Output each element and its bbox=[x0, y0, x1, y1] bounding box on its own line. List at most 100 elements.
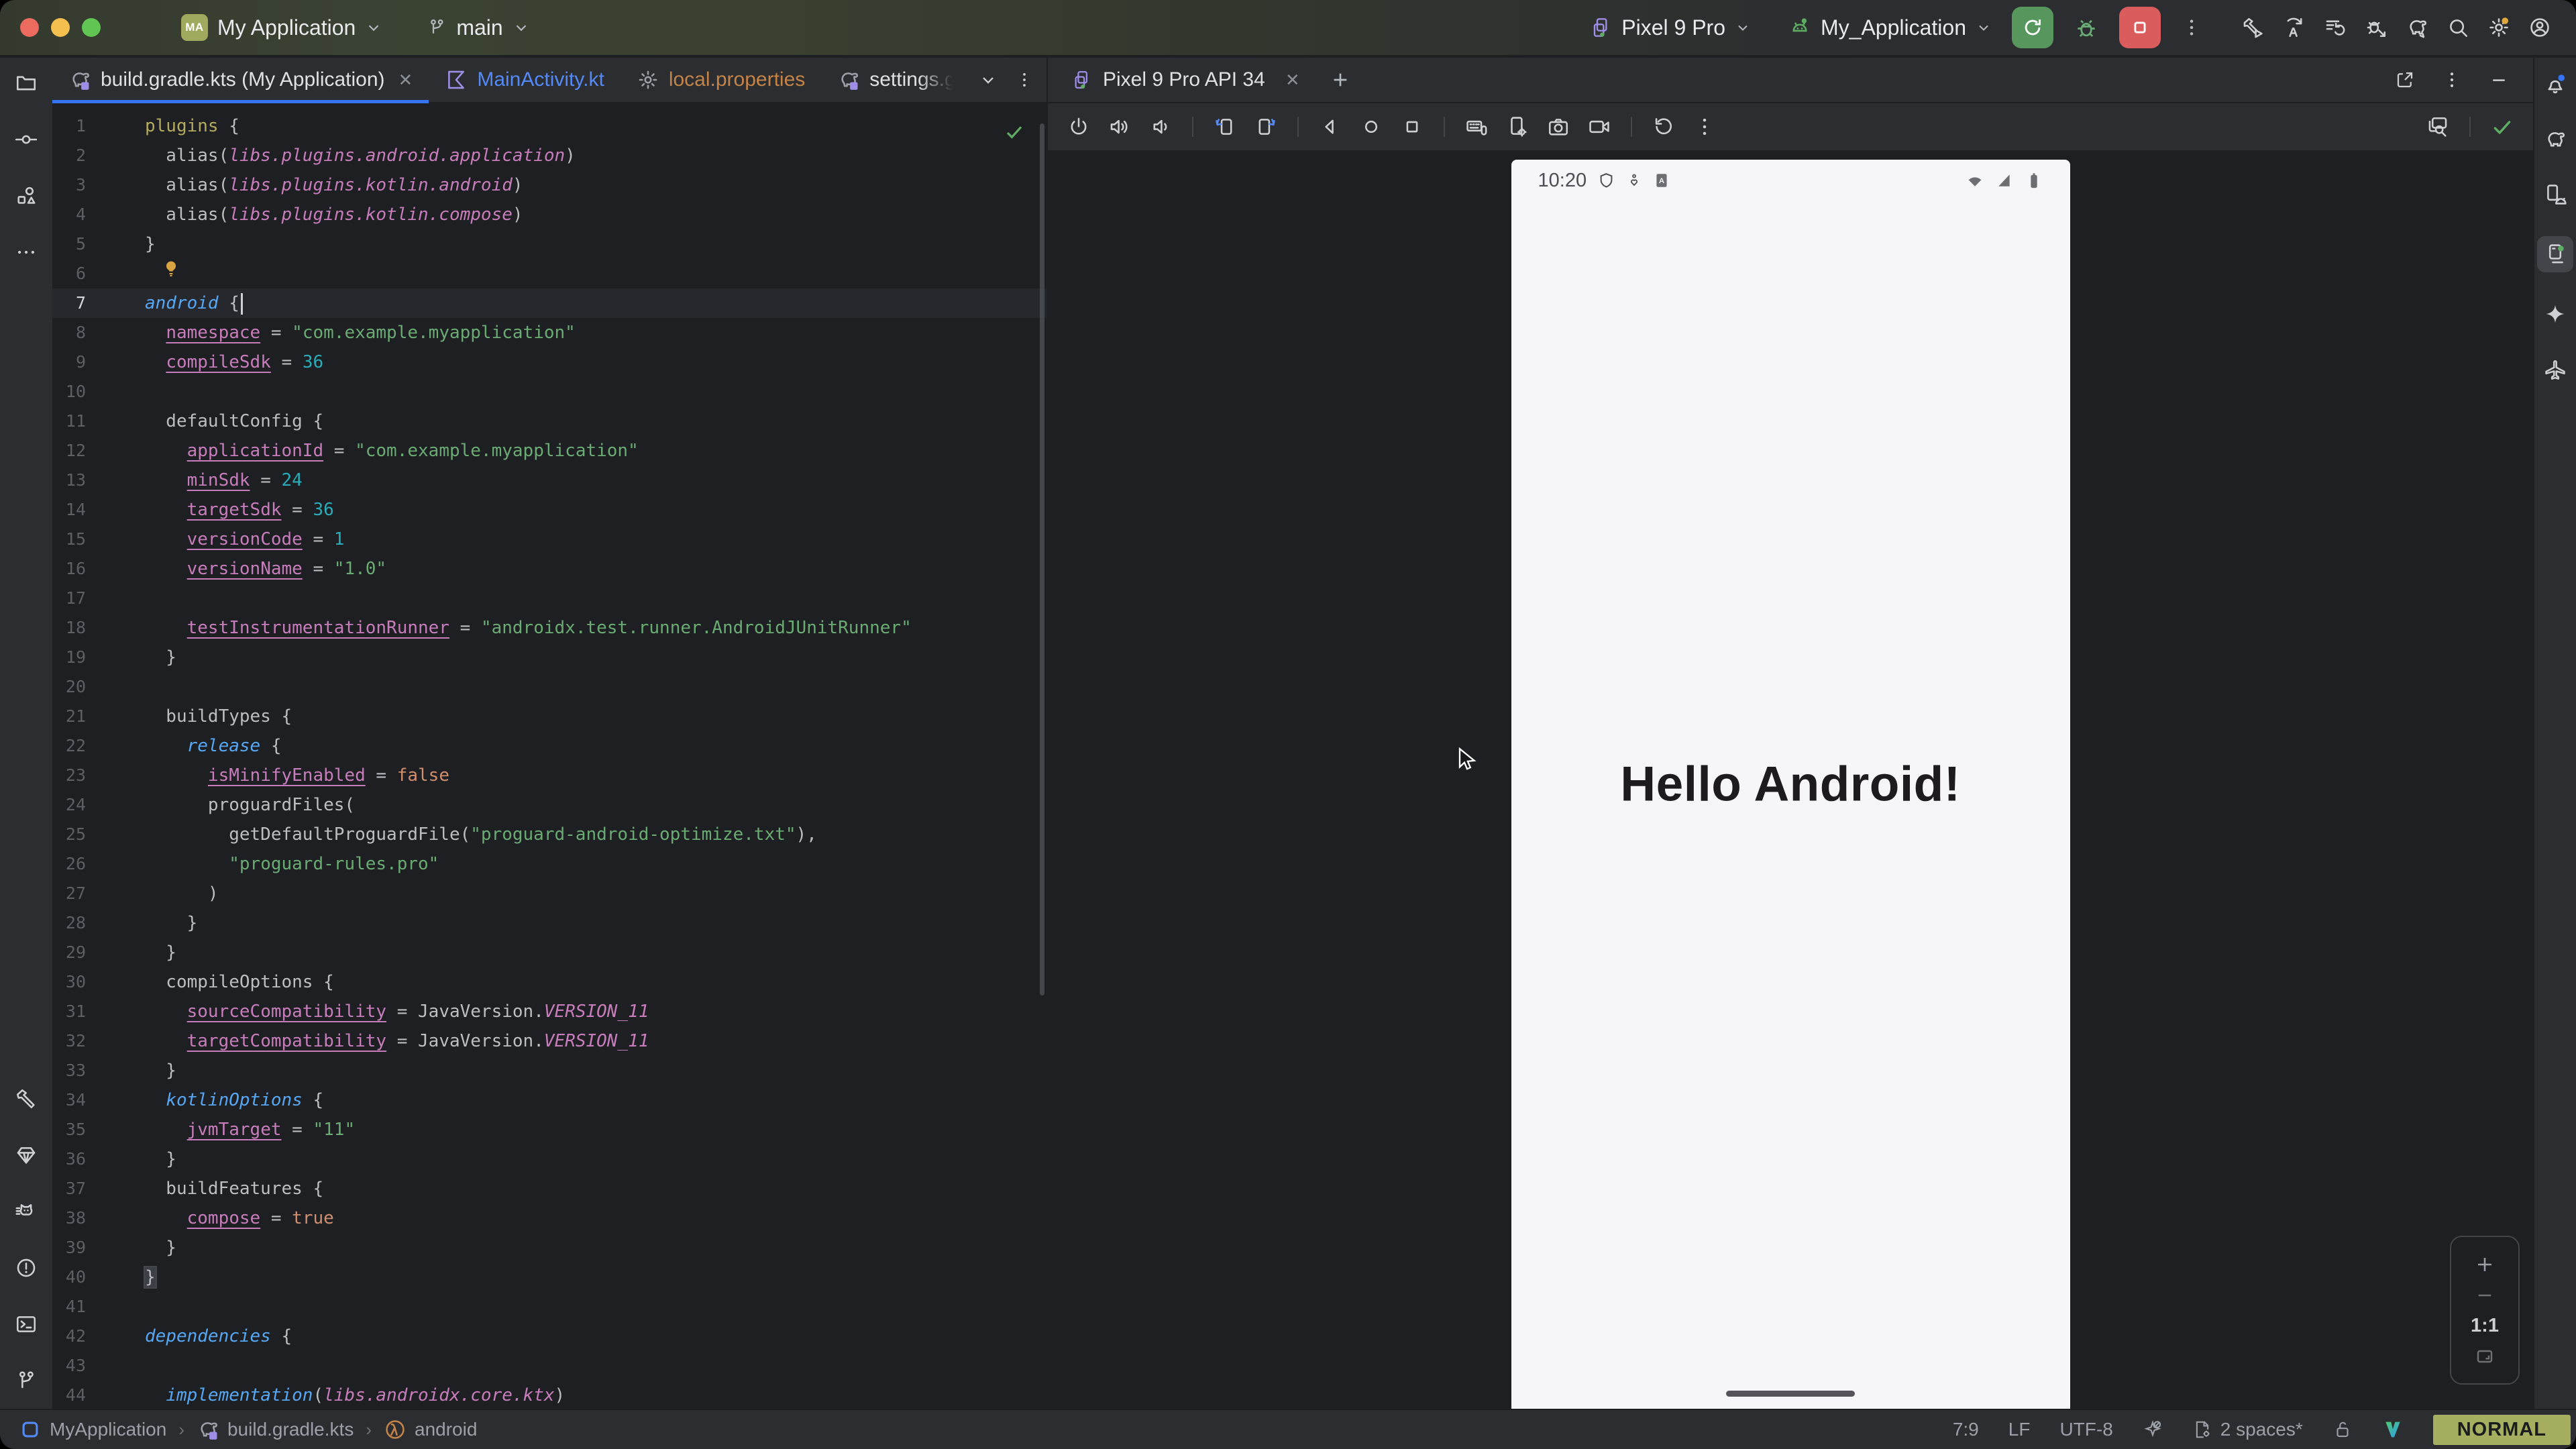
ideavim-icon[interactable] bbox=[2382, 1419, 2404, 1440]
kebab-icon[interactable] bbox=[1691, 113, 1718, 140]
terminal-icon[interactable] bbox=[13, 1311, 40, 1338]
line-number[interactable]: 34 bbox=[52, 1085, 86, 1115]
line-number[interactable]: 33 bbox=[52, 1056, 86, 1085]
code-line[interactable]: 31 sourceCompatibility = JavaVersion.VER… bbox=[52, 997, 1046, 1026]
code-line[interactable]: 42dependencies { bbox=[52, 1322, 1046, 1351]
code-line[interactable]: 23 isMinifyEnabled = false bbox=[52, 761, 1046, 790]
close-icon[interactable]: ✕ bbox=[398, 70, 413, 91]
line-number[interactable]: 25 bbox=[52, 820, 86, 849]
code-line[interactable]: 29 } bbox=[52, 938, 1046, 967]
code-line[interactable]: 43 bbox=[52, 1351, 1046, 1381]
code-line[interactable]: 7android { bbox=[52, 288, 1046, 318]
nav-overview-icon[interactable] bbox=[1399, 113, 1426, 140]
file-encoding[interactable]: UTF-8 bbox=[2059, 1419, 2112, 1440]
hide-panel-icon[interactable] bbox=[2489, 70, 2509, 90]
code-line[interactable]: 44 implementation(libs.androidx.core.ktx… bbox=[52, 1381, 1046, 1409]
code-line[interactable]: 12 applicationId = "com.example.myapplic… bbox=[52, 436, 1046, 466]
inspect-icon[interactable] bbox=[2424, 113, 2451, 140]
caret-position[interactable]: 7:9 bbox=[1953, 1419, 1979, 1440]
line-number[interactable]: 5 bbox=[52, 229, 86, 259]
zoom-fit-icon[interactable] bbox=[2474, 1346, 2496, 1367]
more-run-actions-button[interactable] bbox=[2181, 17, 2202, 38]
volume-up-icon[interactable] bbox=[1106, 113, 1133, 140]
bell-icon[interactable] bbox=[2542, 71, 2569, 98]
line-number[interactable]: 37 bbox=[52, 1174, 86, 1203]
editor-tab[interactable]: settings.g bbox=[821, 58, 971, 102]
hammer-icon[interactable] bbox=[13, 1085, 40, 1112]
line-number[interactable]: 1 bbox=[52, 111, 86, 141]
run-config-selector[interactable]: My_Application bbox=[1788, 15, 1992, 40]
more-icon[interactable] bbox=[13, 239, 40, 266]
code-line[interactable]: 4 alias(libs.plugins.kotlin.compose) bbox=[52, 200, 1046, 229]
code-line[interactable]: 14 targetSdk = 36 bbox=[52, 495, 1046, 525]
intention-bulb-icon[interactable] bbox=[161, 259, 181, 279]
line-number[interactable]: 17 bbox=[52, 584, 86, 613]
code-line[interactable]: 37 buildFeatures { bbox=[52, 1174, 1046, 1203]
code-line[interactable]: 25 getDefaultProguardFile("proguard-andr… bbox=[52, 820, 1046, 849]
code-line[interactable]: 19 } bbox=[52, 643, 1046, 672]
line-number[interactable]: 21 bbox=[52, 702, 86, 731]
line-number[interactable]: 36 bbox=[52, 1144, 86, 1174]
build-run-icon[interactable] bbox=[2240, 14, 2267, 41]
code-line[interactable]: 13 minSdk = 24 bbox=[52, 466, 1046, 495]
debug-app-button[interactable] bbox=[2074, 15, 2099, 40]
editor-scrollbar[interactable] bbox=[1040, 123, 1044, 996]
gemini-sparkle-icon[interactable] bbox=[2542, 301, 2569, 327]
line-number[interactable]: 23 bbox=[52, 761, 86, 790]
code-line[interactable]: 5} bbox=[52, 229, 1046, 259]
line-number[interactable]: 38 bbox=[52, 1203, 86, 1233]
rerun-app-button[interactable] bbox=[2012, 7, 2053, 48]
code-line[interactable]: 35 jvmTarget = "11" bbox=[52, 1115, 1046, 1144]
line-ending[interactable]: LF bbox=[2008, 1419, 2031, 1440]
line-number[interactable]: 8 bbox=[52, 318, 86, 347]
editor-tab[interactable]: MainActivity.kt bbox=[429, 58, 620, 102]
line-number[interactable]: 20 bbox=[52, 672, 86, 702]
recent-actions-icon[interactable] bbox=[2322, 14, 2349, 41]
code-line[interactable]: 24 proguardFiles( bbox=[52, 790, 1046, 820]
line-number[interactable]: 18 bbox=[52, 613, 86, 643]
nav-home-icon[interactable] bbox=[1358, 113, 1385, 140]
add-device-tab-button[interactable] bbox=[1330, 69, 1351, 91]
code-line[interactable]: 40} bbox=[52, 1263, 1046, 1292]
code-line[interactable]: 17 bbox=[52, 584, 1046, 613]
line-number[interactable]: 3 bbox=[52, 170, 86, 200]
git-branch-icon[interactable] bbox=[13, 1367, 40, 1394]
line-number[interactable]: 2 bbox=[52, 141, 86, 170]
gem-icon[interactable] bbox=[13, 1142, 40, 1169]
phone-settings-icon[interactable] bbox=[1504, 113, 1531, 140]
indent-config[interactable]: 2 spaces* bbox=[2192, 1419, 2303, 1440]
editor-tab[interactable]: local.properties bbox=[621, 58, 821, 102]
camera-icon[interactable] bbox=[1545, 113, 1572, 140]
snapshot-restore-icon[interactable] bbox=[1650, 113, 1677, 140]
line-number[interactable]: 26 bbox=[52, 849, 86, 879]
inspections-ok-check-icon[interactable] bbox=[1004, 121, 1025, 147]
line-number[interactable]: 15 bbox=[52, 525, 86, 554]
code-line[interactable]: 36 } bbox=[52, 1144, 1046, 1174]
zoom-out-icon[interactable] bbox=[2474, 1285, 2496, 1306]
problems-icon[interactable] bbox=[13, 1254, 40, 1281]
line-number[interactable]: 9 bbox=[52, 347, 86, 377]
code-line[interactable]: 34 kotlinOptions { bbox=[52, 1085, 1046, 1115]
code-line[interactable]: 8 namespace = "com.example.myapplication… bbox=[52, 318, 1046, 347]
volume-down-icon[interactable] bbox=[1147, 113, 1174, 140]
zoom-in-icon[interactable] bbox=[2473, 1253, 2496, 1276]
editor-tab[interactable]: build.gradle.kts (My Application)✕ bbox=[52, 58, 429, 102]
code-line[interactable]: 9 compileSdk = 36 bbox=[52, 347, 1046, 377]
rotate-right-icon[interactable] bbox=[1252, 113, 1279, 140]
code-line[interactable]: 27 ) bbox=[52, 879, 1046, 908]
line-number[interactable]: 14 bbox=[52, 495, 86, 525]
check-icon[interactable] bbox=[2489, 113, 2516, 140]
line-number[interactable]: 7 bbox=[52, 288, 86, 318]
line-number[interactable]: 10 bbox=[52, 377, 86, 407]
rotate-left-icon[interactable] bbox=[1212, 113, 1238, 140]
close-window-button[interactable] bbox=[20, 18, 39, 37]
code-line[interactable]: 15 versionCode = 1 bbox=[52, 525, 1046, 554]
line-number[interactable]: 39 bbox=[52, 1233, 86, 1263]
breadcrumb-item[interactable]: build.gradle.kts bbox=[197, 1418, 354, 1441]
debug-attach-icon[interactable] bbox=[2363, 14, 2390, 41]
code-line[interactable]: 26 "proguard-rules.pro" bbox=[52, 849, 1046, 879]
avatar-icon[interactable] bbox=[2526, 14, 2553, 41]
emulator-tab[interactable]: Pixel 9 Pro API 34 ✕ bbox=[1072, 68, 1300, 91]
device-manager-icon[interactable] bbox=[2542, 181, 2569, 208]
breadcrumb-item[interactable]: MyApplication bbox=[19, 1418, 166, 1441]
